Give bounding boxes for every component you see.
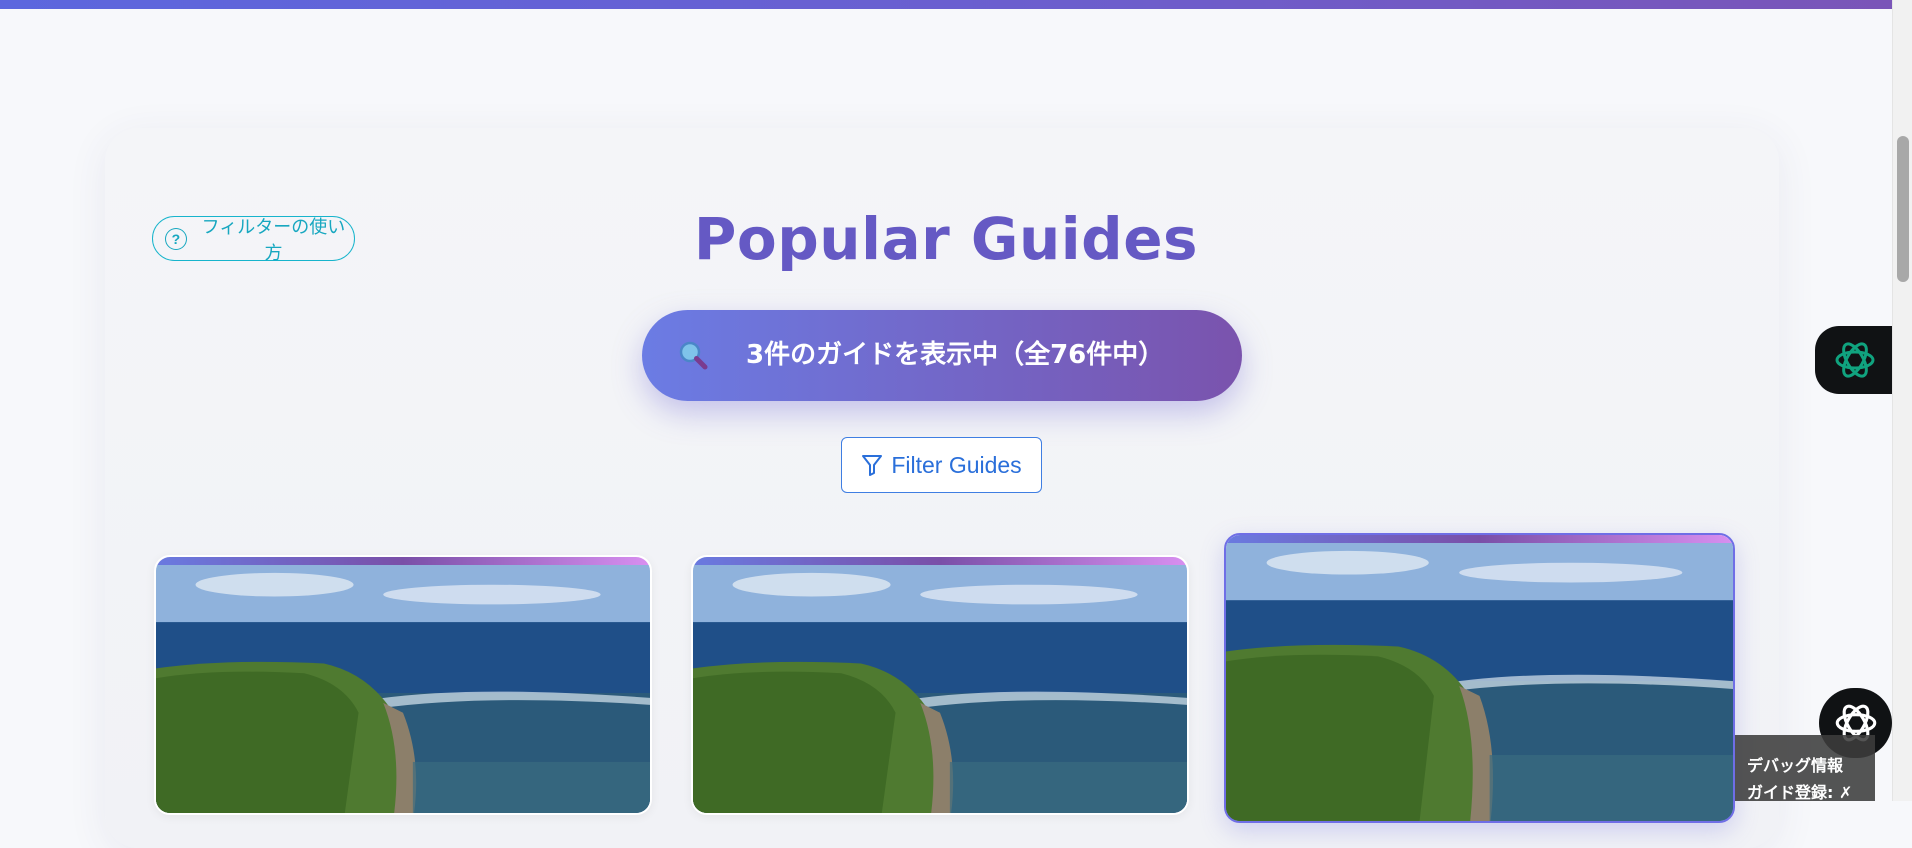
- top-gradient-bar: [0, 0, 1892, 9]
- filter-guides-label: Filter Guides: [891, 451, 1022, 478]
- debug-guide-registered: ガイド登録: ✗: [1747, 783, 1853, 802]
- scrollbar-thumb[interactable]: [1897, 136, 1909, 282]
- card-accent-stripe: [156, 557, 650, 565]
- page-scrollbar[interactable]: [1892, 0, 1912, 801]
- filter-guides-button[interactable]: Filter Guides: [841, 437, 1042, 493]
- guide-card-image: [693, 565, 1187, 813]
- debug-info-panel: デバッグ情報 ガイド登録: ✗: [1735, 735, 1875, 802]
- debug-title: デバッグ情報: [1747, 756, 1844, 775]
- funnel-icon: [862, 455, 883, 476]
- card-accent-stripe: [693, 557, 1187, 565]
- search-icon: [679, 341, 708, 370]
- guide-card[interactable]: [154, 555, 652, 815]
- chat-widget-button[interactable]: [1815, 326, 1892, 394]
- guide-card[interactable]: [691, 555, 1189, 815]
- openai-logo-icon: [1835, 342, 1875, 378]
- card-accent-stripe: [1226, 535, 1733, 543]
- guide-card-image: [1226, 543, 1733, 821]
- page-title: Popular Guides: [693, 205, 1199, 273]
- guide-card-selected[interactable]: [1224, 533, 1735, 823]
- results-count-banner: 3件のガイドを表示中（全76件中）: [642, 310, 1242, 401]
- guide-card-image: [156, 565, 650, 813]
- results-count-text: 3件のガイドを表示中（全76件中）: [746, 340, 1165, 370]
